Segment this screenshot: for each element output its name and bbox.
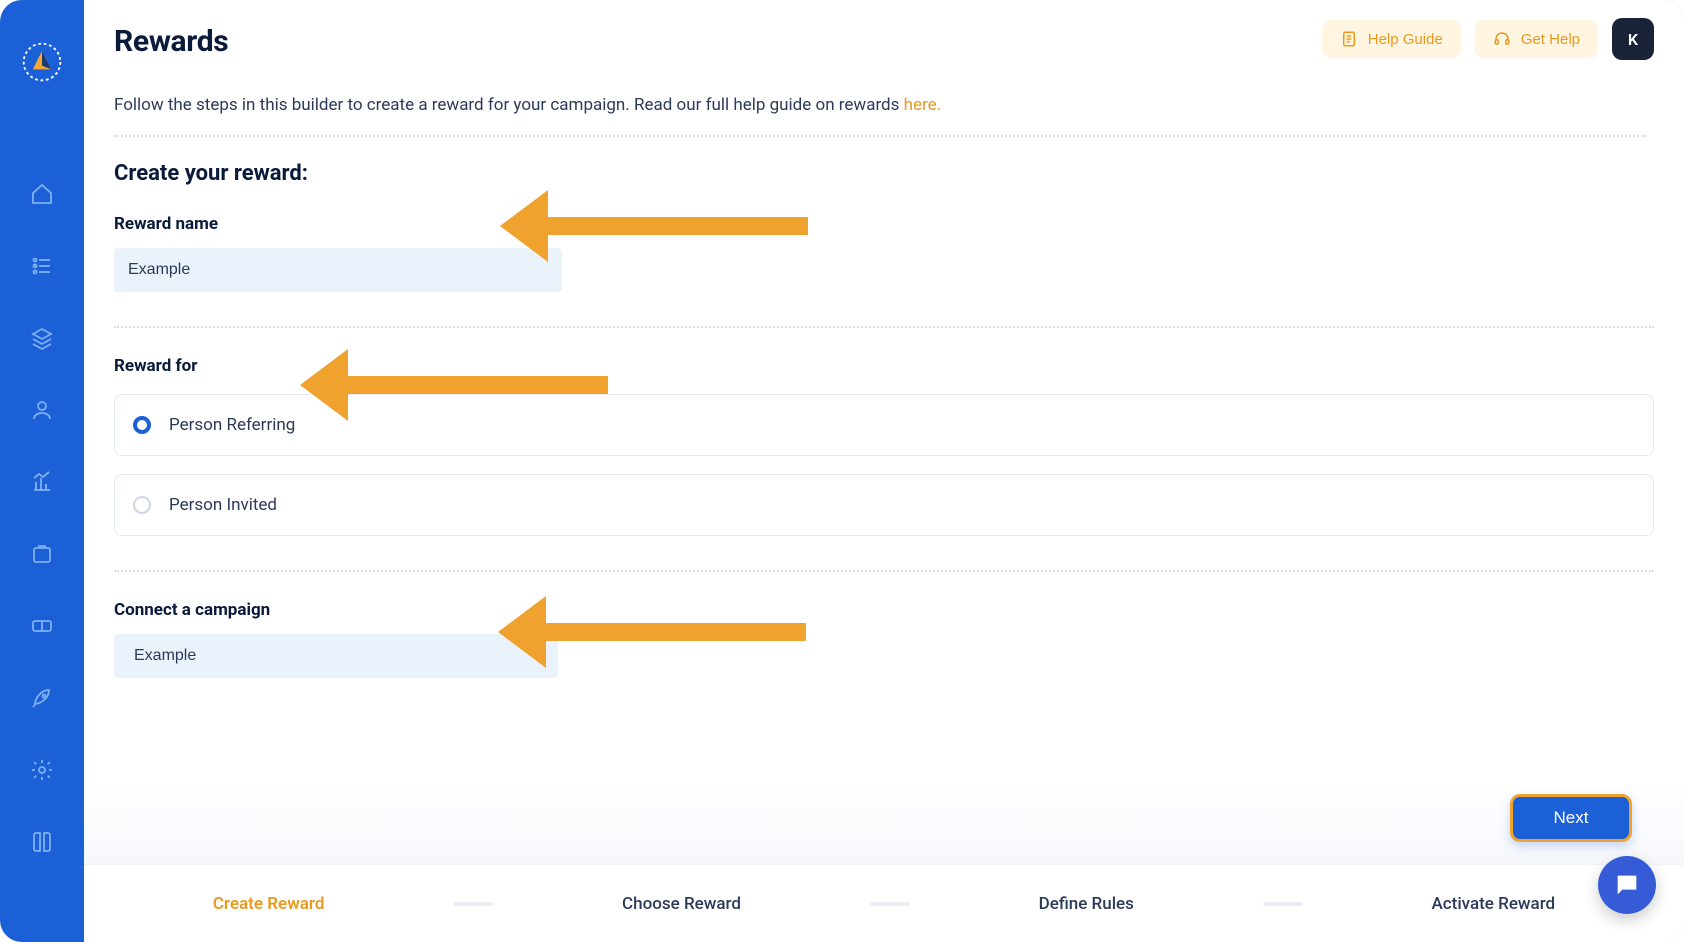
radio-label: Person Invited xyxy=(169,495,277,515)
nav-user-icon[interactable] xyxy=(20,388,64,432)
reward-for-label: Reward for xyxy=(114,356,1654,376)
step-create-reward[interactable]: Create Reward xyxy=(213,894,325,914)
nav-steps-icon[interactable] xyxy=(20,244,64,288)
get-help-button[interactable]: Get Help xyxy=(1475,20,1598,58)
nav-settings-icon[interactable] xyxy=(20,748,64,792)
step-separator xyxy=(1263,902,1303,906)
chat-icon xyxy=(1613,871,1641,899)
nav-package-icon[interactable] xyxy=(20,532,64,576)
separator xyxy=(114,135,1646,137)
reward-for-option-invited[interactable]: Person Invited xyxy=(114,474,1654,536)
nav-rocket-icon[interactable] xyxy=(20,676,64,720)
radio-label: Person Referring xyxy=(169,415,295,435)
nav-analytics-icon[interactable] xyxy=(20,460,64,504)
nav-layers-icon[interactable] xyxy=(20,316,64,360)
nav-ticket-icon[interactable] xyxy=(20,604,64,648)
step-define-rules[interactable]: Define Rules xyxy=(1039,894,1134,914)
help-guide-label: Help Guide xyxy=(1368,31,1443,48)
step-separator xyxy=(870,902,910,906)
reward-for-option-referring[interactable]: Person Referring xyxy=(114,394,1654,456)
help-guide-button[interactable]: Help Guide xyxy=(1322,20,1461,58)
radio-selected-icon xyxy=(133,416,151,434)
doc-icon xyxy=(1340,30,1358,48)
stepper: Create Reward Choose Reward Define Rules… xyxy=(84,864,1684,942)
subtext-prefix: Follow the steps in this builder to crea… xyxy=(114,95,904,115)
chat-fab[interactable] xyxy=(1598,856,1656,914)
separator xyxy=(114,326,1654,328)
app-logo xyxy=(20,40,64,84)
step-separator xyxy=(453,902,493,906)
nav-docs-icon[interactable] xyxy=(20,820,64,864)
subtext-link[interactable]: here. xyxy=(904,95,941,115)
section-title: Create your reward: xyxy=(114,161,1654,186)
sidebar xyxy=(0,0,84,942)
radio-unselected-icon xyxy=(133,496,151,514)
next-button[interactable]: Next xyxy=(1510,794,1632,842)
nav-home-icon[interactable] xyxy=(20,172,64,216)
reward-name-input[interactable] xyxy=(114,248,562,292)
avatar[interactable]: K xyxy=(1612,18,1654,60)
step-choose-reward[interactable]: Choose Reward xyxy=(622,894,741,914)
connect-campaign-select[interactable] xyxy=(114,634,558,678)
headset-icon xyxy=(1493,30,1511,48)
connect-campaign-label: Connect a campaign xyxy=(114,600,1654,620)
page-subtext: Follow the steps in this builder to crea… xyxy=(114,95,1646,115)
reward-name-label: Reward name xyxy=(114,214,1654,234)
separator xyxy=(114,570,1654,572)
step-activate-reward[interactable]: Activate Reward xyxy=(1432,894,1556,914)
get-help-label: Get Help xyxy=(1521,31,1580,48)
